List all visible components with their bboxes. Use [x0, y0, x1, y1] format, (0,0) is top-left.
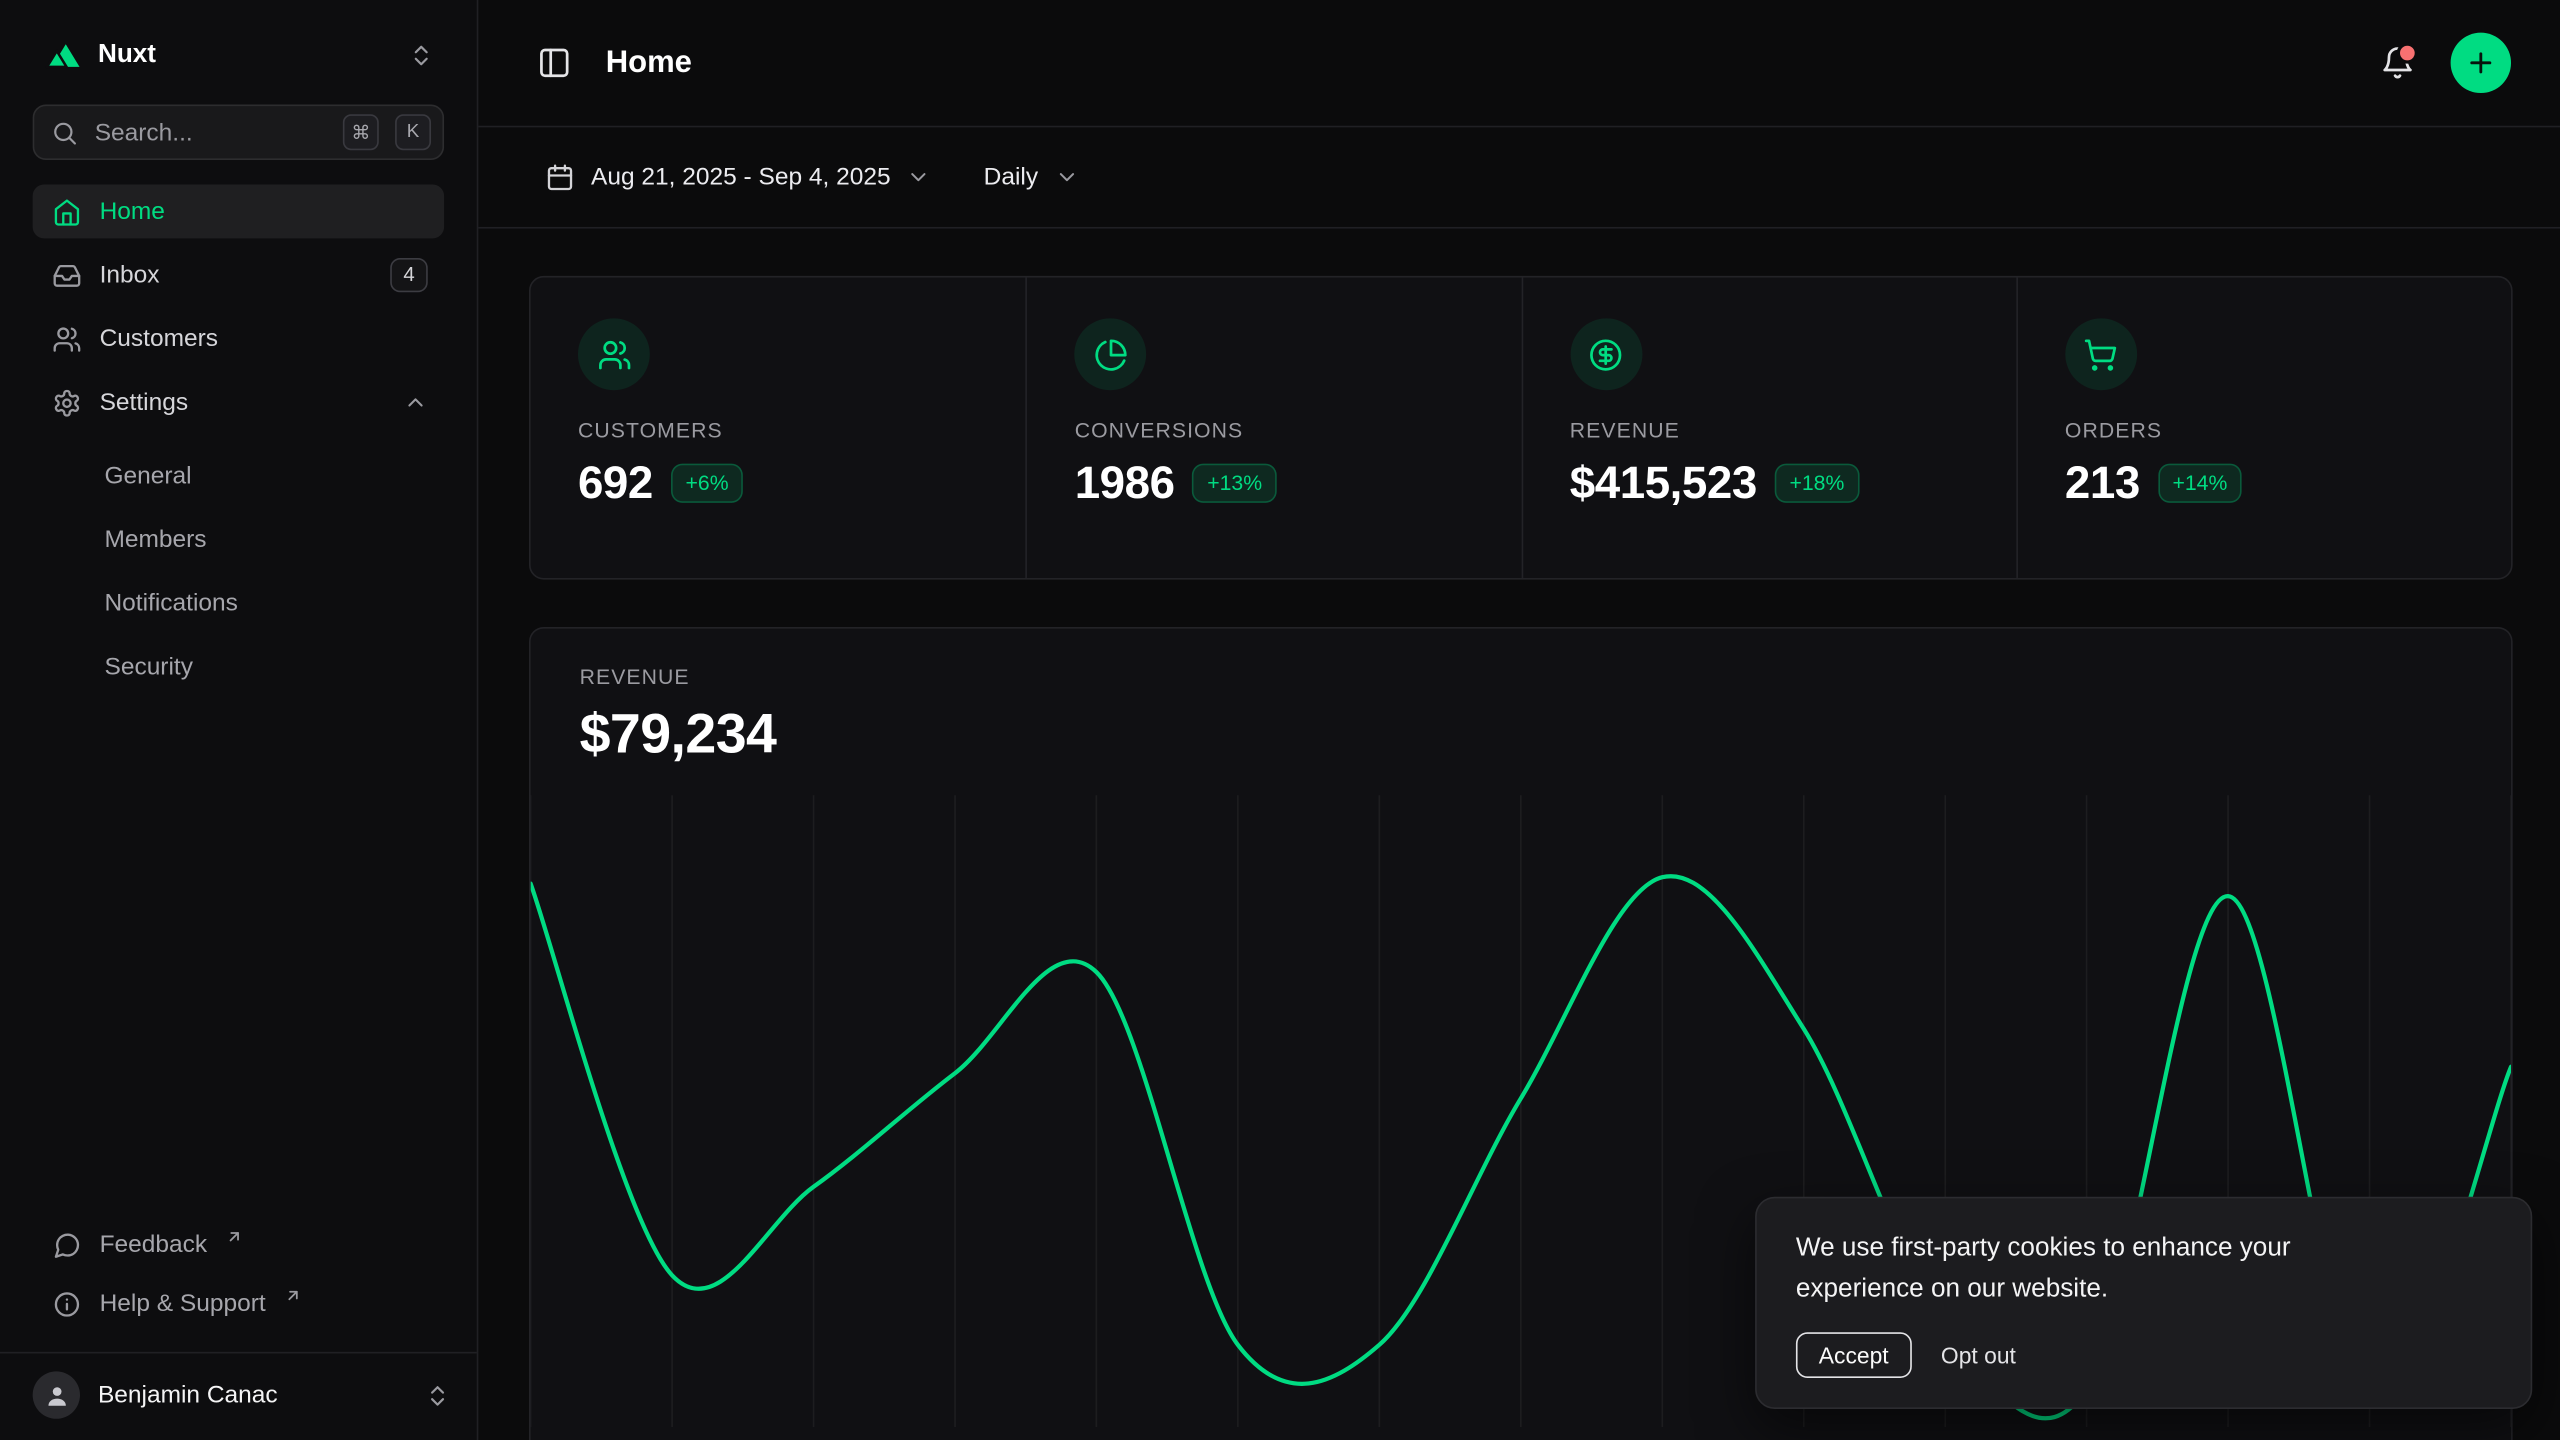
optout-cookies-button[interactable]: Opt out: [1941, 1334, 2016, 1376]
chevron-down-icon: [1054, 165, 1078, 189]
settings-subnav: General Members Notifications Security: [33, 449, 444, 694]
users-icon: [52, 324, 81, 353]
stat-value: $415,523: [1570, 457, 1757, 509]
sidebar-item-label: Home: [100, 198, 165, 226]
info-circle-icon: [52, 1289, 81, 1318]
accept-cookies-button[interactable]: Accept: [1796, 1332, 1912, 1378]
workspace-switcher[interactable]: Nuxt: [33, 26, 444, 85]
external-link-icon: [225, 1228, 243, 1246]
sub-item-label: General: [104, 462, 191, 490]
user-name: Benjamin Canac: [98, 1381, 278, 1409]
search-placeholder: Search...: [95, 118, 327, 146]
granularity-label: Daily: [984, 163, 1038, 191]
kbd-meta: ⌘: [343, 114, 379, 150]
nuxt-logo-icon: [46, 38, 82, 74]
avatar: [33, 1371, 80, 1418]
footer-link-label: Feedback: [100, 1231, 208, 1259]
inbox-count-badge: 4: [390, 258, 427, 292]
sidebar-item-label: Inbox: [100, 261, 160, 289]
stat-value: 692: [578, 457, 653, 509]
panel-left-icon: [537, 46, 571, 80]
stat-orders: ORDERS 213 +14%: [2016, 278, 2511, 578]
gear-icon: [52, 388, 81, 417]
date-range-label: Aug 21, 2025 - Sep 4, 2025: [591, 163, 891, 191]
date-range-picker[interactable]: Aug 21, 2025 - Sep 4, 2025: [529, 153, 948, 202]
chevrons-up-down-icon: [408, 42, 434, 68]
message-bubble-icon: [52, 1230, 81, 1259]
sidebar-item-settings[interactable]: Settings: [33, 376, 444, 430]
cookie-message: We use first-party cookies to enhance yo…: [1796, 1230, 2387, 1311]
stat-label: REVENUE: [1570, 418, 1969, 442]
circle-dollar-icon: [1589, 337, 1623, 371]
stat-label: ORDERS: [2065, 418, 2464, 442]
stats-card: CUSTOMERS 692 +6% CONVERSIONS 1986: [529, 276, 2513, 580]
sub-item-label: Members: [104, 526, 206, 554]
stat-delta-badge: +6%: [671, 464, 743, 503]
stat-label: CONVERSIONS: [1075, 418, 1474, 442]
sidebar-item-security[interactable]: Security: [33, 640, 444, 694]
stat-label: CUSTOMERS: [578, 418, 978, 442]
help-support-link[interactable]: Help & Support: [33, 1278, 444, 1329]
granularity-select[interactable]: Daily: [967, 153, 1095, 200]
stat-icon-circle: [578, 318, 650, 390]
stat-icon-circle: [2065, 318, 2137, 390]
notification-dot: [2397, 42, 2418, 63]
stat-delta-badge: +14%: [2158, 464, 2242, 503]
revenue-card-value: $79,234: [580, 704, 2462, 768]
inbox-icon: [52, 260, 81, 289]
sidebar-item-home[interactable]: Home: [33, 184, 444, 238]
cookie-banner: We use first-party cookies to enhance yo…: [1755, 1197, 2532, 1409]
pie-chart-icon: [1093, 337, 1127, 371]
sidebar-top: Nuxt Search... ⌘ K Home: [0, 0, 477, 694]
sidebar-item-label: Customers: [100, 325, 218, 353]
header: Home: [478, 0, 2560, 127]
chevron-up-icon: [403, 390, 427, 414]
sidebar-item-inbox[interactable]: Inbox 4: [33, 248, 444, 302]
stat-value: 1986: [1075, 457, 1175, 509]
calendar-icon: [545, 162, 574, 191]
stat-conversions: CONVERSIONS 1986 +13%: [1026, 278, 1521, 578]
person-icon: [43, 1382, 69, 1408]
stat-icon-circle: [1075, 318, 1147, 390]
sub-item-label: Notifications: [104, 589, 237, 617]
stat-value: 213: [2065, 457, 2140, 509]
sidebar-footer: Feedback Help & Support: [0, 1220, 477, 1352]
kbd-k: K: [395, 114, 431, 150]
search-icon: [51, 118, 79, 146]
feedback-link[interactable]: Feedback: [33, 1220, 444, 1271]
stat-customers: CUSTOMERS 692 +6%: [531, 278, 1026, 578]
sub-item-label: Security: [104, 653, 192, 681]
stat-revenue: REVENUE $415,523 +18%: [1521, 278, 2016, 578]
stat-delta-badge: +13%: [1193, 464, 1277, 503]
sidebar-item-label: Settings: [100, 389, 188, 417]
sidebar-item-general[interactable]: General: [33, 449, 444, 503]
cart-icon: [2084, 337, 2118, 371]
footer-link-label: Help & Support: [100, 1290, 266, 1318]
brand-name: Nuxt: [98, 41, 156, 70]
search-input[interactable]: Search... ⌘ K: [33, 104, 444, 160]
chevron-down-icon: [907, 165, 931, 189]
filter-toolbar: Aug 21, 2025 - Sep 4, 2025 Daily: [478, 127, 2560, 228]
sidebar-nav: Home Inbox 4 Customers: [33, 184, 444, 693]
users-icon: [597, 337, 631, 371]
plus-icon: [2465, 47, 2496, 78]
user-menu[interactable]: Benjamin Canac: [0, 1352, 477, 1440]
sidebar: Nuxt Search... ⌘ K Home: [0, 0, 478, 1440]
sidebar-item-members[interactable]: Members: [33, 513, 444, 567]
external-link-icon: [284, 1287, 302, 1305]
stat-icon-circle: [1570, 318, 1642, 390]
chevrons-up-down-icon: [424, 1382, 450, 1408]
add-button[interactable]: [2451, 33, 2511, 93]
notifications-button[interactable]: [2374, 39, 2421, 86]
sidebar-item-notifications[interactable]: Notifications: [33, 576, 444, 630]
revenue-card-label: REVENUE: [580, 664, 2462, 688]
sidebar-item-customers[interactable]: Customers: [33, 312, 444, 366]
app: Nuxt Search... ⌘ K Home: [0, 0, 2560, 1440]
page-title: Home: [606, 45, 692, 81]
sidebar-toggle-button[interactable]: [531, 39, 578, 86]
home-icon: [52, 197, 81, 226]
stat-delta-badge: +18%: [1775, 464, 1859, 503]
